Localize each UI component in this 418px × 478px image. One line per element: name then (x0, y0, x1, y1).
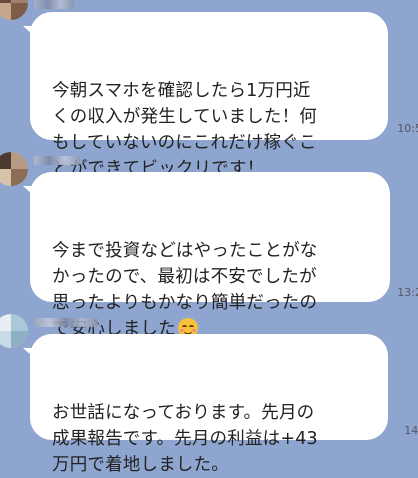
message-timestamp: 13:2 (397, 286, 418, 299)
pixelated-avatar-icon (0, 314, 28, 348)
message-text: お世話になっております。先月の 成果報告です。先月の利益は+43 万円で着地しま… (52, 403, 318, 475)
bubble-tail (23, 348, 39, 362)
message-bubble[interactable]: 今朝スマホを確認したら1万円近 くの収入が発生していました！何 もしていないのに… (23, 12, 388, 179)
pixelated-avatar-icon (0, 152, 28, 186)
message-timestamp: 14: (404, 424, 418, 437)
message-text: 今朝スマホを確認したら1万円近 くの収入が発生していました！何 もしていないのに… (52, 81, 317, 179)
sender-name-pixelated (34, 318, 98, 327)
pixelated-avatar-icon (0, 0, 28, 20)
message-bubble[interactable]: お世話になっております。先月の 成果報告です。先月の利益は+43 万円で着地しま… (23, 334, 388, 475)
bubble-tail (23, 26, 39, 40)
sender-name-pixelated (34, 0, 74, 9)
message-bubble[interactable]: 今まで投資などはやったことがな かったので、最初は不安でしたが 思ったよりもかな… (23, 172, 390, 339)
avatar[interactable] (0, 152, 28, 186)
avatar[interactable] (0, 0, 28, 20)
message-timestamp: 10:5 (397, 122, 418, 135)
avatar[interactable] (0, 314, 28, 348)
sender-name-pixelated (34, 156, 80, 165)
bubble-tail (23, 186, 39, 200)
